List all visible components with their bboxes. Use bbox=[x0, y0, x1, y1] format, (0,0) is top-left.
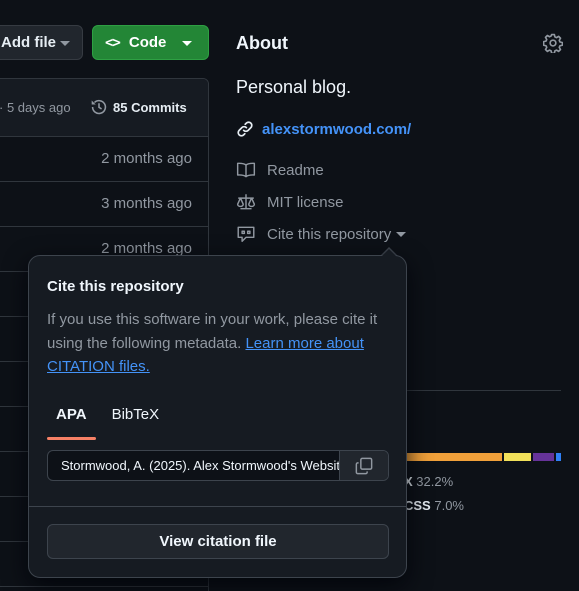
history-icon bbox=[91, 99, 107, 115]
about-heading: About bbox=[236, 33, 288, 53]
language-bar-segment bbox=[532, 453, 555, 461]
tab-apa[interactable]: APA bbox=[47, 406, 96, 440]
readme-label: Readme bbox=[267, 161, 324, 179]
cite-label: Cite this repository bbox=[267, 225, 392, 243]
citation-field bbox=[47, 450, 389, 481]
language-percent: 7.0% bbox=[434, 498, 464, 513]
commits-count: 85 Commits bbox=[113, 99, 187, 115]
commit-age: · 5 days ago bbox=[0, 100, 71, 115]
cite-repository-button[interactable]: Cite this repository bbox=[236, 225, 407, 243]
code-button[interactable]: <> Code bbox=[92, 25, 209, 60]
popover-divider bbox=[29, 506, 406, 507]
law-scale-icon bbox=[236, 194, 256, 210]
latest-commit-bar: · 5 days ago 85 Commits bbox=[0, 79, 208, 137]
popover-title: Cite this repository bbox=[47, 278, 184, 295]
popover-arrow-fill bbox=[381, 249, 397, 257]
repository-page: Add file <> Code · 5 days ago 85 Commits… bbox=[0, 0, 579, 591]
view-citation-file-button[interactable]: View citation file bbox=[47, 524, 389, 559]
language-item[interactable]: CSS 7.0% bbox=[404, 498, 464, 513]
quote-icon bbox=[237, 226, 255, 242]
readme-link[interactable]: Readme bbox=[236, 161, 324, 179]
file-row-date: 3 months ago bbox=[101, 195, 192, 212]
cite-repository-popover: Cite this repository If you use this sof… bbox=[28, 255, 407, 578]
language-bar-segment bbox=[504, 453, 531, 461]
gear-icon[interactable] bbox=[543, 33, 563, 53]
add-file-button[interactable]: Add file bbox=[0, 25, 83, 60]
sidebar-divider bbox=[400, 390, 561, 391]
code-icon: <> bbox=[105, 34, 121, 51]
file-row[interactable]: 2 months ago bbox=[0, 137, 208, 182]
book-icon bbox=[236, 162, 256, 178]
chevron-down-icon bbox=[182, 41, 192, 46]
link-icon bbox=[237, 121, 253, 137]
website-link[interactable]: alexstormwood.com/ bbox=[262, 121, 411, 138]
website-link-row: alexstormwood.com/ bbox=[236, 120, 411, 138]
copy-icon bbox=[355, 457, 373, 474]
chevron-down-icon bbox=[60, 41, 70, 46]
citation-input[interactable] bbox=[48, 451, 339, 480]
repo-description: Personal blog. bbox=[236, 77, 352, 97]
chevron-down-icon bbox=[396, 231, 407, 237]
file-row[interactable]: 3 months ago bbox=[0, 182, 208, 227]
language-item[interactable]: X 32.2% bbox=[404, 474, 453, 489]
code-label: Code bbox=[128, 34, 167, 51]
language-bar-segment bbox=[400, 453, 503, 461]
language-name: CSS bbox=[404, 498, 431, 513]
popover-description: If you use this software in your work, p… bbox=[47, 308, 392, 379]
file-row-date: 2 months ago bbox=[101, 150, 192, 167]
commits-link[interactable]: 85 Commits bbox=[90, 98, 187, 116]
language-bar-segment bbox=[556, 453, 562, 461]
language-percent: 32.2% bbox=[416, 474, 454, 489]
copy-button[interactable] bbox=[339, 451, 388, 480]
tab-bibtex[interactable]: BibTeX bbox=[103, 406, 169, 440]
license-link[interactable]: MIT license bbox=[236, 193, 343, 211]
language-bar bbox=[400, 453, 562, 461]
add-file-label: Add file bbox=[1, 34, 56, 51]
citation-format-tabs: APA BibTeX bbox=[47, 406, 168, 440]
license-label: MIT license bbox=[267, 193, 344, 211]
